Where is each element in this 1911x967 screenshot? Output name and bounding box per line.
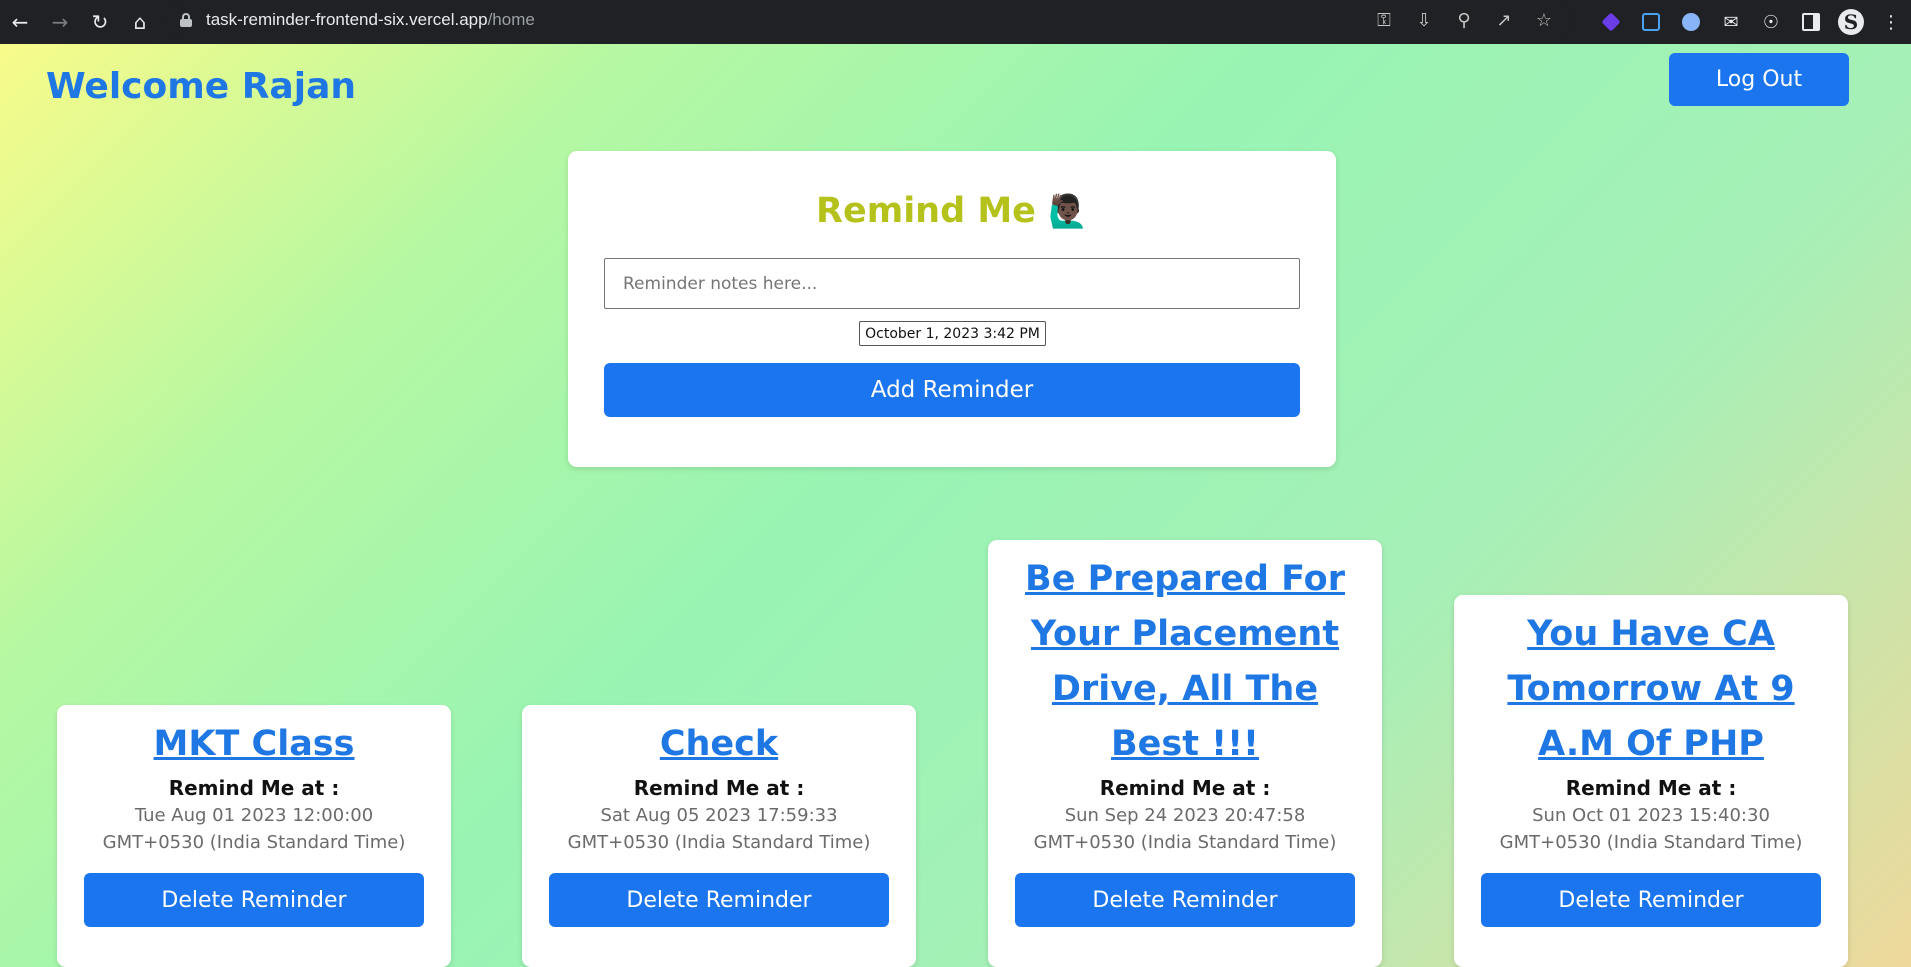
browser-toolbar: ← → ↻ ⌂ task-reminder-frontend-six.verce…: [0, 0, 1911, 44]
avatar-letter: S: [1838, 9, 1864, 35]
remind-time: Sun Oct 01 2023 15:40:30 GMT+0530 (India…: [1499, 805, 1803, 853]
raising-hand-emoji-icon: 🙋🏿‍♂️: [1048, 192, 1088, 230]
delete-reminder-button[interactable]: Delete Reminder: [1481, 873, 1821, 927]
reminder-datetime-picker[interactable]: October 1, 2023 3:42 PM: [859, 321, 1046, 346]
reminder-notes-input[interactable]: [604, 258, 1300, 309]
url-text: task-reminder-frontend-six.vercel.app/ho…: [206, 10, 535, 30]
reminder-title-link[interactable]: Be Prepared For Your Placement Drive, Al…: [988, 552, 1382, 772]
forward-icon[interactable]: →: [40, 4, 80, 40]
delete-reminder-button[interactable]: Delete Reminder: [84, 873, 424, 927]
add-reminder-button[interactable]: Add Reminder: [604, 363, 1300, 417]
reminder-form-card: Remind Me 🙋🏿‍♂️ October 1, 2023 3:42 PM …: [568, 151, 1336, 467]
install-icon[interactable]: ⇩: [1404, 2, 1444, 38]
screenshot-extension-icon[interactable]: [1631, 4, 1671, 40]
back-icon[interactable]: ←: [0, 4, 40, 40]
url-host: task-reminder-frontend-six.vercel.app: [206, 10, 488, 29]
reminder-card: Be Prepared For Your Placement Drive, Al…: [988, 540, 1382, 967]
reminder-title-link[interactable]: Check: [522, 717, 916, 772]
form-title-text: Remind Me: [816, 191, 1036, 231]
star-icon[interactable]: ☆: [1524, 2, 1564, 38]
share-icon[interactable]: ↗: [1484, 2, 1524, 38]
omnibox-actions: ⚿ ⇩ ⚲ ↗ ☆: [1364, 2, 1564, 38]
url-path: /home: [487, 10, 535, 29]
extensions-area: ✉ ☉ S ⋮: [1591, 0, 1911, 44]
remind-label: Remind Me at :: [1565, 776, 1737, 800]
reminder-card: You Have CA Tomorrow At 9 A.M Of PHP Rem…: [1454, 595, 1848, 967]
key-icon[interactable]: ⚿: [1364, 2, 1404, 38]
performance-icon[interactable]: ☉: [1751, 4, 1791, 40]
reload-icon[interactable]: ↻: [80, 4, 120, 40]
alarm-extension-icon[interactable]: [1671, 4, 1711, 40]
menu-icon[interactable]: ⋮: [1871, 4, 1911, 40]
side-panel-icon[interactable]: [1791, 4, 1831, 40]
lock-icon[interactable]: [180, 13, 192, 27]
delete-reminder-button[interactable]: Delete Reminder: [1015, 873, 1355, 927]
extension-purple-icon[interactable]: [1591, 4, 1631, 40]
welcome-heading: Welcome Rajan: [46, 66, 356, 107]
remind-label: Remind Me at :: [168, 776, 340, 800]
profile-avatar[interactable]: S: [1831, 4, 1871, 40]
puzzle-icon[interactable]: ✉: [1711, 4, 1751, 40]
address-bar[interactable]: task-reminder-frontend-six.vercel.app/ho…: [166, 2, 1576, 38]
remind-time: Tue Aug 01 2023 12:00:00 GMT+0530 (India…: [102, 805, 406, 853]
page-body: Welcome Rajan Log Out Remind Me 🙋🏿‍♂️ Oc…: [0, 44, 1911, 967]
zoom-icon[interactable]: ⚲: [1444, 2, 1484, 38]
delete-reminder-button[interactable]: Delete Reminder: [549, 873, 889, 927]
remind-label: Remind Me at :: [1099, 776, 1271, 800]
remind-time: Sun Sep 24 2023 20:47:58 GMT+0530 (India…: [1033, 805, 1337, 853]
logout-button[interactable]: Log Out: [1669, 53, 1849, 106]
remind-label: Remind Me at :: [633, 776, 805, 800]
reminder-title-link[interactable]: You Have CA Tomorrow At 9 A.M Of PHP: [1454, 607, 1848, 772]
reminder-title-link[interactable]: MKT Class: [57, 717, 451, 772]
remind-time: Sat Aug 05 2023 17:59:33 GMT+0530 (India…: [567, 805, 871, 853]
form-title: Remind Me 🙋🏿‍♂️: [568, 191, 1336, 231]
home-icon[interactable]: ⌂: [120, 4, 160, 40]
reminder-card: MKT Class Remind Me at : Tue Aug 01 2023…: [57, 705, 451, 967]
reminder-card: Check Remind Me at : Sat Aug 05 2023 17:…: [522, 705, 916, 967]
